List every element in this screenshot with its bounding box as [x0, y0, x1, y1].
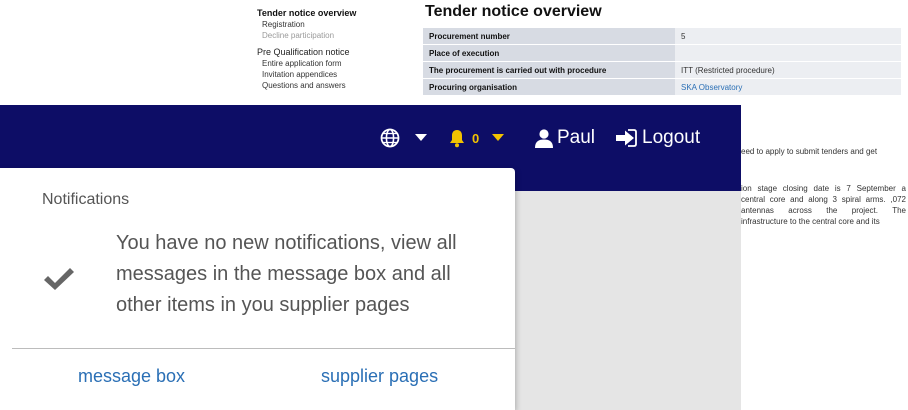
row-value	[675, 44, 901, 62]
procuring-organisation-link[interactable]: SKA Observatory	[675, 78, 901, 96]
table-row: Procurement number 5	[423, 28, 901, 45]
row-label: Place of execution	[423, 44, 675, 62]
nav-item-questions-and-answers[interactable]: Questions and answers	[257, 80, 407, 91]
logout-link[interactable]: Logout	[642, 105, 700, 171]
table-row: Place of execution	[423, 44, 901, 62]
notification-count-badge[interactable]: 0	[472, 105, 479, 171]
row-label: Procurement number	[423, 28, 675, 45]
nav-item-decline-participation: Decline participation	[262, 31, 335, 40]
tender-info-table: Procurement number 5 Place of execution …	[423, 28, 901, 96]
notifications-title: Notifications	[42, 191, 130, 208]
content-background	[515, 191, 741, 410]
notifications-dropdown: Notifications You have no new notificati…	[0, 168, 515, 410]
nav-item-registration[interactable]: Registration	[257, 19, 407, 30]
language-dropdown-toggle[interactable]	[415, 105, 427, 171]
row-value: ITT (Restricted procedure)	[675, 61, 901, 79]
user-icon	[535, 128, 553, 148]
message-box-link[interactable]: message box	[78, 366, 185, 387]
logout-icon	[616, 129, 637, 147]
nav-heading[interactable]: Tender notice overview	[257, 8, 407, 19]
tender-side-nav: Tender notice overview Registration Decl…	[257, 8, 407, 91]
table-row: Procuring organisation SKA Observatory	[423, 78, 901, 96]
logout-icon-button[interactable]	[615, 105, 637, 171]
notifications-dropdown-toggle[interactable]	[492, 105, 504, 171]
chevron-down-icon	[492, 134, 504, 141]
chevron-down-icon	[415, 134, 427, 141]
row-label: The procurement is carried out with proc…	[423, 61, 675, 79]
notifications-empty-message: You have no new notifications, view all …	[116, 232, 457, 316]
table-row: The procurement is carried out with proc…	[423, 61, 901, 79]
user-name[interactable]: Paul	[557, 105, 595, 171]
nav-item-entire-application-form[interactable]: Entire application form	[257, 58, 407, 69]
supplier-pages-link[interactable]: supplier pages	[321, 366, 438, 387]
row-label: Procuring organisation	[423, 78, 675, 96]
page-title: Tender notice overview	[425, 3, 602, 20]
user-menu[interactable]	[535, 105, 553, 171]
bell-icon	[450, 130, 464, 148]
description-text: eed to apply to submit tenders and get	[741, 147, 878, 156]
checkmark-icon	[44, 268, 74, 290]
nav-section-prequalification[interactable]: Pre Qualification notice	[257, 47, 407, 58]
language-menu[interactable]	[380, 105, 400, 171]
nav-item-invitation-appendices[interactable]: Invitation appendices	[257, 69, 407, 80]
row-value: 5	[675, 28, 901, 45]
divider	[12, 348, 515, 349]
notifications-menu[interactable]	[447, 105, 467, 171]
globe-icon	[380, 128, 400, 148]
description-text: ion stage closing date is 7 September a …	[741, 184, 906, 226]
